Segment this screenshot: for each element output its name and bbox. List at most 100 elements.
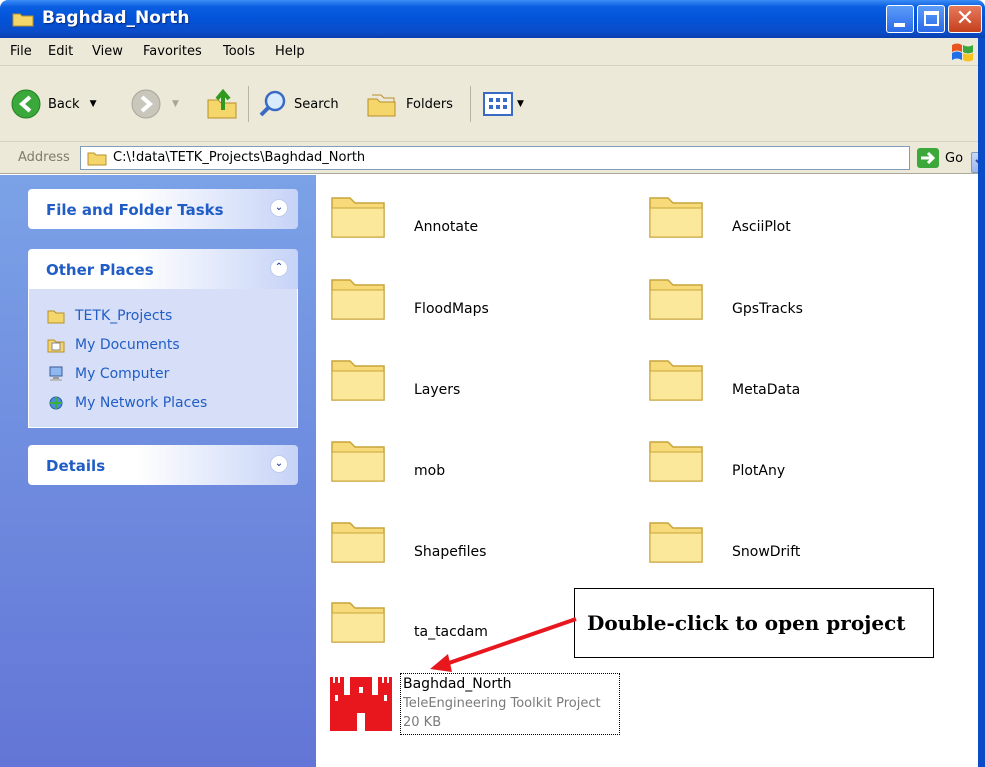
project-file-item[interactable]: Baghdad_North TeleEngineering Toolkit Pr… <box>322 671 622 761</box>
folder-label: FloodMaps <box>414 301 489 317</box>
menu-file[interactable]: File <box>10 44 32 59</box>
folders-icon <box>367 94 396 117</box>
project-file-size: 20 KB <box>403 715 442 730</box>
details-header[interactable]: Details ⌄ <box>28 445 298 485</box>
folder-item-floodmaps[interactable]: FloodMaps <box>330 272 630 332</box>
folder-item-gpstracks[interactable]: GpsTracks <box>648 272 948 332</box>
views-button[interactable]: ▼ <box>482 88 524 120</box>
search-label: Search <box>294 96 339 112</box>
my-computer-icon <box>49 366 63 381</box>
address-path: C:\!data\TETK_Projects\Baghdad_North <box>113 150 366 165</box>
up-folder-button[interactable] <box>205 88 239 120</box>
folder-icon <box>331 279 385 320</box>
other-places-panel: Other Places ⌃ TETK_Projects My Document… <box>28 249 298 428</box>
file-folder-tasks-header[interactable]: File and Folder Tasks ⌄ <box>28 189 298 229</box>
folder-icon <box>12 13 34 27</box>
folder-label: Annotate <box>414 219 479 235</box>
place-label: My Computer <box>75 365 170 382</box>
folder-item-mob[interactable]: mob <box>330 434 630 494</box>
address-bar: Address C:\!data\TETK_Projects\Baghdad_N… <box>0 142 985 174</box>
menu-help[interactable]: Help <box>275 44 305 59</box>
place-label: My Documents <box>75 336 180 353</box>
views-grid-icon <box>483 92 513 116</box>
minimize-button[interactable] <box>886 5 914 33</box>
menu-view[interactable]: View <box>92 44 123 59</box>
folder-icon <box>87 152 107 166</box>
menu-tools[interactable]: Tools <box>223 44 255 59</box>
folder-icon <box>649 360 703 401</box>
folder-label: GpsTracks <box>732 301 803 317</box>
window-frame-edge <box>978 38 985 767</box>
file-folder-tasks-title: File and Folder Tasks <box>46 201 224 219</box>
folder-icon <box>331 197 385 238</box>
castle-icon <box>330 677 392 731</box>
network-places-icon <box>49 396 63 409</box>
maximize-button[interactable] <box>917 5 945 33</box>
folder-item-snowdrift[interactable]: SnowDrift <box>648 515 948 575</box>
address-input[interactable]: C:\!data\TETK_Projects\Baghdad_North <box>80 146 985 173</box>
other-places-title: Other Places <box>46 261 154 279</box>
folder-item-metadata[interactable]: MetaData <box>648 353 948 413</box>
folder-icon <box>331 602 385 643</box>
back-arrow-icon <box>11 89 41 119</box>
windows-logo-icon <box>952 43 973 62</box>
callout-text: Double-click to open project <box>587 611 906 635</box>
search-icon <box>259 90 286 117</box>
folder-label: PlotAny <box>732 463 786 479</box>
folder-item-annotate[interactable]: Annotate <box>330 190 630 250</box>
go-arrow-icon <box>917 148 939 168</box>
forward-arrow-icon <box>131 89 161 119</box>
place-item-tetk-projects[interactable]: TETK_Projects <box>47 301 297 330</box>
instruction-callout: Double-click to open project <box>574 588 934 658</box>
other-places-list: TETK_Projects My Documents My Computer M… <box>28 289 298 428</box>
collapse-chevron-icon[interactable]: ⌃ <box>270 259 288 277</box>
expand-chevron-icon[interactable]: ⌄ <box>270 455 288 473</box>
expand-chevron-icon[interactable]: ⌄ <box>270 199 288 217</box>
close-button[interactable]: ✕ <box>948 5 982 33</box>
other-places-header[interactable]: Other Places ⌃ <box>28 249 298 289</box>
forward-button[interactable]: ▼ <box>130 88 179 120</box>
toolbar-separator <box>248 86 249 122</box>
back-label: Back <box>48 96 80 112</box>
task-pane: File and Folder Tasks ⌄ Other Places ⌃ T… <box>0 175 316 767</box>
folder-icon <box>47 310 65 323</box>
details-title: Details <box>46 457 106 475</box>
forward-dropdown-icon[interactable]: ▼ <box>172 99 179 109</box>
menu-edit[interactable]: Edit <box>48 44 73 59</box>
folder-icon <box>331 441 385 482</box>
place-item-my-network-places[interactable]: My Network Places <box>47 388 297 417</box>
go-button[interactable]: Go <box>917 147 963 169</box>
back-button[interactable]: Back ▼ <box>10 88 96 120</box>
place-item-my-computer[interactable]: My Computer <box>47 359 297 388</box>
project-file-name: Baghdad_North <box>403 676 512 692</box>
toolbar: Back ▼ ▼ Search Folders ▼ <box>0 66 985 142</box>
folder-item-layers[interactable]: Layers <box>330 353 630 413</box>
place-label: My Network Places <box>75 394 208 411</box>
menu-favorites[interactable]: Favorites <box>143 44 202 59</box>
go-label: Go <box>945 150 964 166</box>
close-icon: ✕ <box>955 6 975 31</box>
folders-label: Folders <box>406 96 453 112</box>
details-panel: Details ⌄ <box>28 445 298 485</box>
project-file-details: Baghdad_North TeleEngineering Toolkit Pr… <box>400 673 620 735</box>
folder-icon <box>649 197 703 238</box>
place-item-my-documents[interactable]: My Documents <box>47 330 297 359</box>
up-folder-icon <box>207 88 237 119</box>
back-dropdown-icon[interactable]: ▼ <box>90 99 97 109</box>
views-dropdown-icon[interactable]: ▼ <box>517 99 524 109</box>
folder-label: ta_tacdam <box>414 624 488 640</box>
folders-button[interactable]: Folders <box>366 88 453 120</box>
place-label: TETK_Projects <box>75 307 173 324</box>
folder-label: Shapefiles <box>414 544 487 560</box>
folder-label: SnowDrift <box>732 544 801 560</box>
title-bar[interactable]: Baghdad_North ✕ <box>0 0 985 38</box>
folder-item-shapefiles[interactable]: Shapefiles <box>330 515 630 575</box>
folder-label: AsciiPlot <box>732 219 791 235</box>
folder-item-plotany[interactable]: PlotAny <box>648 434 948 494</box>
maximize-icon <box>924 11 939 26</box>
folder-item-asciiplot[interactable]: AsciiPlot <box>648 190 948 250</box>
search-button[interactable]: Search <box>258 88 339 120</box>
window-title: Baghdad_North <box>42 8 190 28</box>
project-file-type: TeleEngineering Toolkit Project <box>403 696 601 711</box>
folder-icon <box>331 360 385 401</box>
